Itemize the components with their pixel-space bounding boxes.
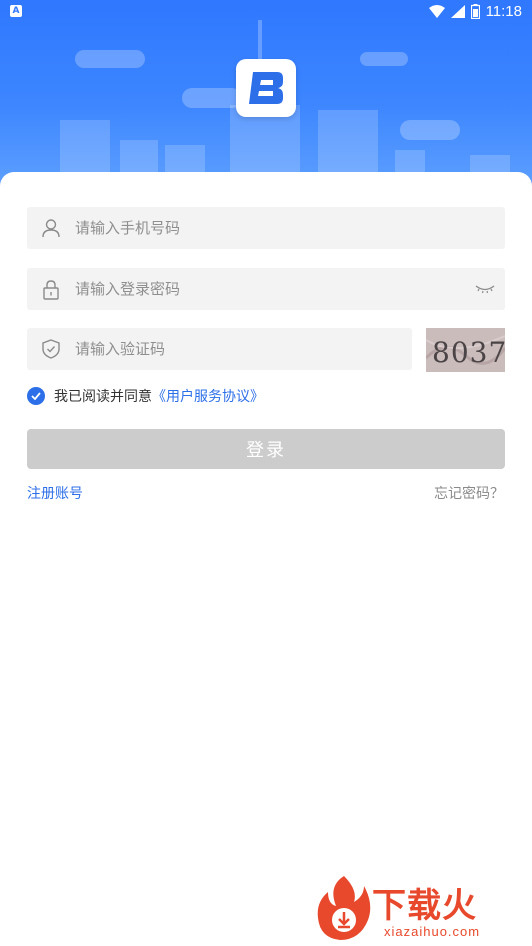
user-agreement-link[interactable]: 《用户服务协议》 bbox=[152, 386, 264, 406]
forgot-password-link[interactable]: 忘记密码？ bbox=[434, 483, 504, 503]
code-field[interactable] bbox=[27, 328, 412, 370]
status-time: 11:18 bbox=[485, 3, 522, 20]
watermark-url: xiazaihuo.com bbox=[384, 924, 481, 939]
watermark: 下载火 xiazaihuo.com bbox=[314, 874, 528, 944]
watermark-text: 下载火 bbox=[372, 886, 477, 926]
wifi-icon bbox=[428, 5, 445, 18]
eye-closed-icon[interactable] bbox=[465, 284, 505, 294]
battery-icon bbox=[470, 4, 480, 19]
phone-input[interactable] bbox=[75, 207, 505, 249]
password-input[interactable] bbox=[75, 268, 465, 310]
captcha-text: 8037 bbox=[432, 336, 505, 369]
password-field[interactable] bbox=[27, 268, 505, 310]
captcha-image[interactable]: 8037 bbox=[426, 328, 505, 372]
agreement-row: 我已阅读并同意 《用户服务协议》 bbox=[27, 386, 264, 406]
user-icon bbox=[27, 218, 75, 238]
shield-icon bbox=[27, 339, 75, 359]
flame-logo-icon bbox=[317, 876, 371, 940]
agreement-prefix: 我已阅读并同意 bbox=[54, 389, 152, 405]
signal-icon bbox=[450, 5, 465, 18]
notification-icon: A bbox=[10, 5, 22, 17]
code-input[interactable] bbox=[75, 328, 412, 370]
status-bar: A 11:18 bbox=[0, 0, 532, 24]
agreement-checkbox[interactable] bbox=[27, 387, 45, 405]
phone-field[interactable] bbox=[27, 207, 505, 249]
lock-icon bbox=[27, 279, 75, 300]
header-banner: A 11:18 bbox=[0, 0, 532, 190]
app-logo bbox=[236, 59, 296, 117]
register-link[interactable]: 注册账号 bbox=[27, 483, 83, 503]
login-button[interactable]: 登录 bbox=[27, 429, 505, 469]
